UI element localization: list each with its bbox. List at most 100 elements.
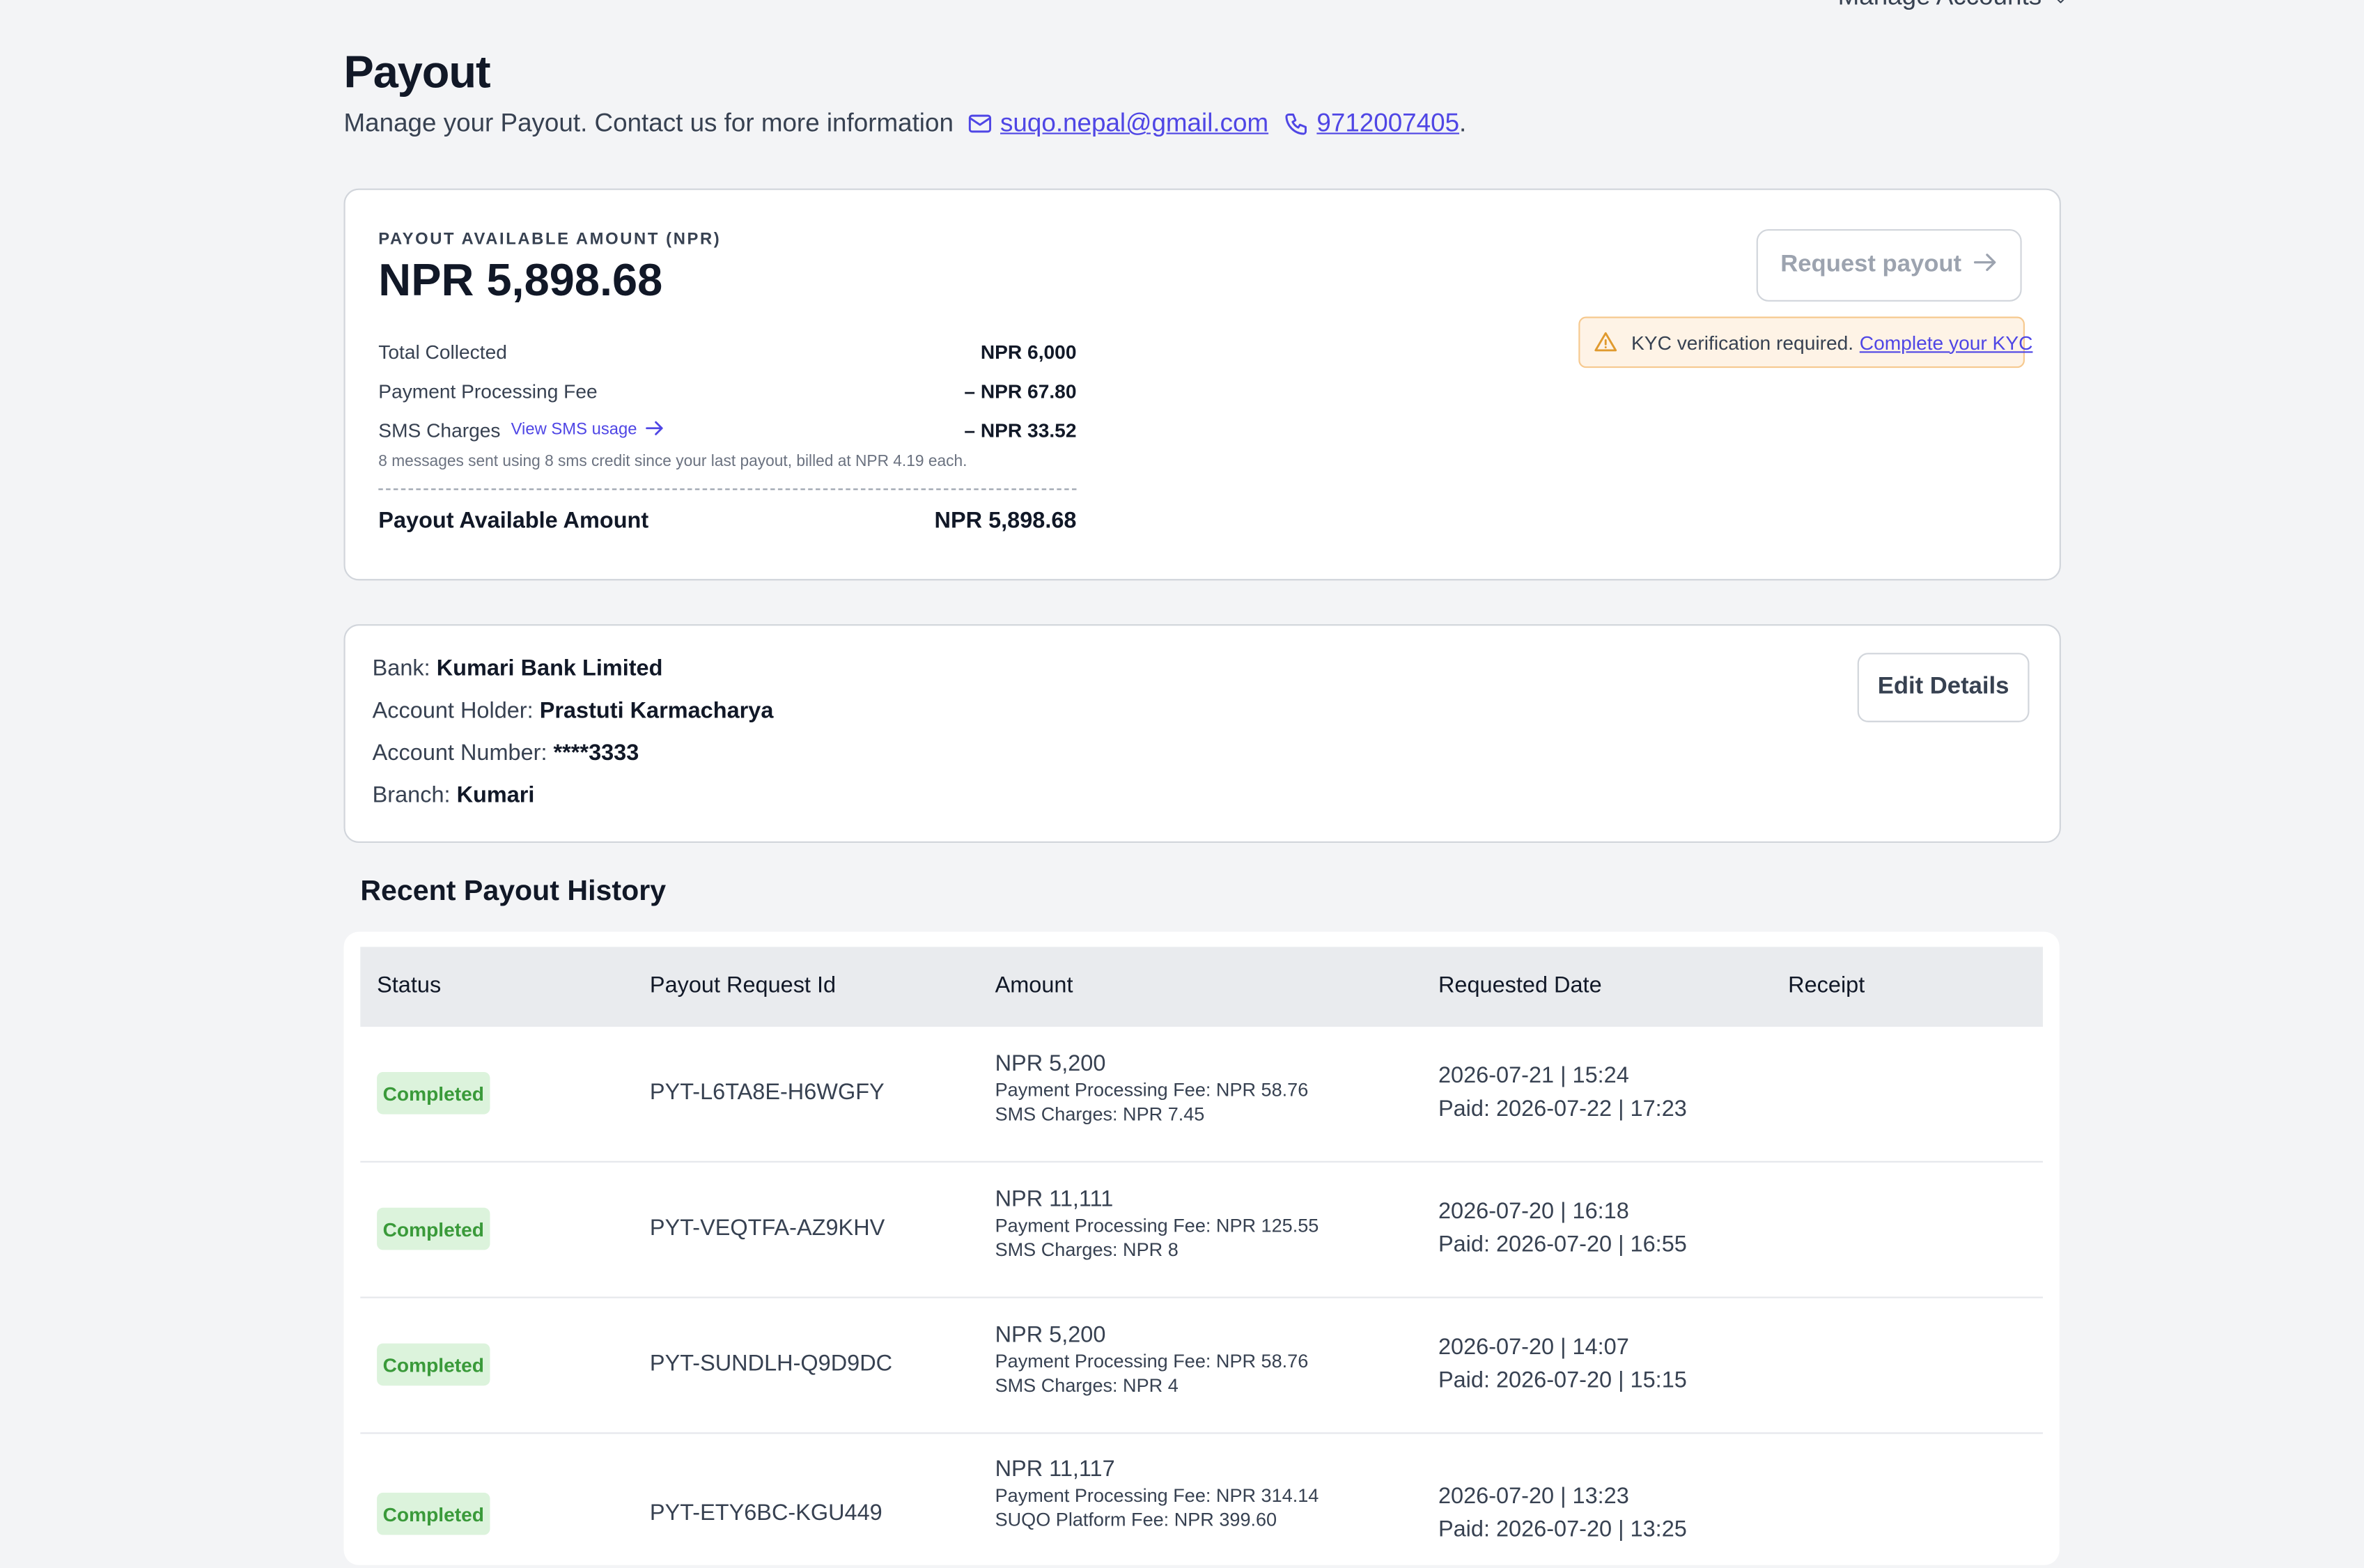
column-header-amount: Amount	[995, 972, 1073, 998]
view-sms-usage-link[interactable]: View SMS usage	[511, 420, 663, 440]
account-number-value: ****3333	[553, 740, 639, 766]
sms-charges-value: – NPR 33.52	[964, 418, 1077, 442]
bank-details-card: Bank: Kumari Bank Limited Account Holder…	[343, 624, 2061, 843]
processing-fee-row: Payment Processing Fee – NPR 67.80	[378, 371, 1076, 410]
processing-fee-line: Payment Processing Fee: NPR 125.55	[995, 1215, 1319, 1236]
account-holder-value: Prastuti Karmacharya	[539, 698, 774, 724]
kyc-warning-alert: KYC verification required. Complete your…	[1578, 316, 2032, 368]
available-amount-value: NPR 5,898.68	[934, 507, 1077, 534]
column-header-receipt: Receipt	[1788, 972, 1865, 998]
processing-fee-line: Payment Processing Fee: NPR 58.76	[995, 1351, 1309, 1372]
manage-accounts-menu[interactable]: Manage Accounts ⌄	[1838, 0, 2068, 12]
requested-date: 2026-07-20 | 13:23	[1438, 1483, 1629, 1509]
bank-value: Kumari Bank Limited	[436, 655, 663, 682]
table-header: Status Payout Request Id Amount Requeste…	[360, 947, 2043, 1027]
paid-date: Paid: 2026-07-20 | 15:15	[1438, 1367, 1687, 1394]
paid-date: Paid: 2026-07-20 | 16:55	[1438, 1232, 1687, 1258]
available-amount-label: Payout Available Amount	[378, 507, 649, 534]
amount-value: NPR 11,117	[995, 1456, 1115, 1482]
sms-charges-label: SMS Charges	[378, 418, 501, 442]
amount-cell: NPR 5,200 Payment Processing Fee: NPR 58…	[995, 1322, 1309, 1396]
view-sms-usage-label: View SMS usage	[511, 420, 637, 439]
date-cell: 2026-07-20 | 13:23 Paid: 2026-07-20 | 13…	[1438, 1481, 1687, 1547]
paid-date: Paid: 2026-07-20 | 13:25	[1438, 1516, 1687, 1543]
amount-cell: NPR 5,200 Payment Processing Fee: NPR 58…	[995, 1051, 1309, 1125]
processing-fee-label: Payment Processing Fee	[378, 379, 598, 402]
account-number-label: Account Number:	[372, 740, 547, 766]
extra-charge-line: SMS Charges: NPR 7.45	[995, 1103, 1205, 1125]
branch-value: Kumari	[456, 782, 535, 809]
arrow-right-icon	[1973, 251, 1998, 279]
amount-cell: NPR 11,111 Payment Processing Fee: NPR 1…	[995, 1186, 1319, 1260]
subtitle-text: Manage your Payout. Contact us for more …	[343, 108, 954, 137]
sms-charges-row: SMS Charges View SMS usage – NPR 33.52	[378, 410, 1076, 449]
processing-fee-line: Payment Processing Fee: NPR 58.76	[995, 1079, 1309, 1101]
payout-request-id: PYT-L6TA8E-H6WGFY	[649, 1079, 885, 1105]
processing-fee-line: Payment Processing Fee: NPR 314.14	[995, 1485, 1319, 1507]
extra-charge-line: SMS Charges: NPR 8	[995, 1239, 1179, 1261]
extra-charge-line: SMS Charges: NPR 4	[995, 1375, 1179, 1397]
total-collected-value: NPR 6,000	[980, 340, 1077, 363]
subtitle-period: .	[1459, 108, 1467, 137]
phone-icon	[1284, 110, 1311, 137]
column-header-requested-date: Requested Date	[1438, 972, 1602, 998]
table-row: Completed PYT-ETY6BC-KGU449 NPR 11,117 P…	[360, 1434, 2043, 1568]
payout-history-table: Status Payout Request Id Amount Requeste…	[343, 931, 2060, 1568]
payout-request-id: PYT-SUNDLH-Q9D9DC	[649, 1351, 893, 1377]
bank-name-line: Bank: Kumari Bank Limited	[373, 656, 663, 682]
payout-summary-card: PAYOUT AVAILABLE AMOUNT (NPR) NPR 5,898.…	[343, 188, 2061, 581]
payout-request-id: PYT-VEQTFA-AZ9KHV	[649, 1215, 885, 1241]
amount-cell: NPR 11,117 Payment Processing Fee: NPR 3…	[995, 1457, 1319, 1530]
extra-charge-line: SUQO Platform Fee: NPR 399.60	[995, 1509, 1277, 1531]
payout-breakdown: Total Collected NPR 6,000 Payment Proces…	[378, 332, 1077, 550]
request-payout-label: Request payout	[1780, 251, 1962, 278]
paid-date: Paid: 2026-07-22 | 17:23	[1438, 1096, 1687, 1122]
amount-value: NPR 5,200	[995, 1050, 1106, 1077]
total-collected-label: Total Collected	[378, 340, 507, 363]
request-payout-button[interactable]: Request payout	[1756, 229, 2022, 302]
processing-fee-value: – NPR 67.80	[964, 379, 1077, 402]
page-subtitle: Manage your Payout. Contact us for more …	[344, 109, 1467, 139]
warning-icon	[1594, 330, 1618, 355]
status-badge: Completed	[377, 1492, 490, 1535]
status-badge: Completed	[377, 1071, 490, 1115]
payout-history-title: Recent Payout History	[360, 876, 667, 908]
branch-label: Branch:	[372, 782, 451, 809]
payout-request-id: PYT-ETY6BC-KGU449	[649, 1500, 882, 1526]
branch-line: Branch: Kumari	[373, 782, 535, 808]
bank-label: Bank:	[372, 655, 430, 682]
contact-phone-link[interactable]: 9712007405	[1316, 109, 1459, 139]
arrow-right-icon	[644, 420, 662, 440]
total-collected-row: Total Collected NPR 6,000	[378, 332, 1076, 371]
payout-page: Manage Accounts ⌄ Payout Manage your Pay…	[0, 0, 2364, 1565]
table-row: Completed PYT-VEQTFA-AZ9KHV NPR 11,111 P…	[360, 1163, 2043, 1298]
available-amount-row: Payout Available Amount NPR 5,898.68	[378, 490, 1076, 550]
amount-value: NPR 11,111	[995, 1186, 1114, 1213]
page-title: Payout	[343, 48, 491, 98]
requested-date: 2026-07-20 | 16:18	[1438, 1198, 1629, 1225]
requested-date: 2026-07-21 | 15:24	[1438, 1063, 1629, 1089]
date-cell: 2026-07-20 | 14:07 Paid: 2026-07-20 | 15…	[1438, 1331, 1687, 1397]
edit-details-button[interactable]: Edit Details	[1857, 653, 2030, 722]
chevron-down-icon: ⌄	[2053, 0, 2067, 7]
table-row: Completed PYT-SUNDLH-Q9D9DC NPR 5,200 Pa…	[360, 1298, 2043, 1434]
contact-email-link[interactable]: suqo.nepal@gmail.com	[1000, 109, 1268, 139]
date-cell: 2026-07-20 | 16:18 Paid: 2026-07-20 | 16…	[1438, 1195, 1687, 1262]
date-cell: 2026-07-21 | 15:24 Paid: 2026-07-22 | 17…	[1438, 1060, 1687, 1126]
column-header-request-id: Payout Request Id	[649, 972, 837, 998]
payout-available-amount: NPR 5,898.68	[378, 256, 663, 306]
complete-kyc-link[interactable]: Complete your KYC	[1860, 331, 2033, 353]
kyc-warning-text: KYC verification required.	[1631, 331, 1854, 354]
account-holder-label: Account Holder:	[372, 698, 534, 724]
account-holder-line: Account Holder: Prastuti Karmacharya	[373, 698, 774, 724]
status-badge: Completed	[377, 1343, 490, 1386]
status-badge: Completed	[377, 1207, 490, 1250]
payout-available-caption: PAYOUT AVAILABLE AMOUNT (NPR)	[378, 231, 722, 249]
sms-note: 8 messages sent using 8 sms credit since…	[378, 452, 967, 471]
table-row: Completed PYT-L6TA8E-H6WGFY NPR 5,200 Pa…	[360, 1027, 2043, 1163]
mail-icon	[967, 110, 994, 137]
amount-value: NPR 5,200	[995, 1322, 1106, 1349]
manage-accounts-label: Manage Accounts	[1838, 0, 2042, 12]
column-header-status: Status	[377, 972, 442, 998]
account-number-line: Account Number: ****3333	[373, 740, 639, 766]
